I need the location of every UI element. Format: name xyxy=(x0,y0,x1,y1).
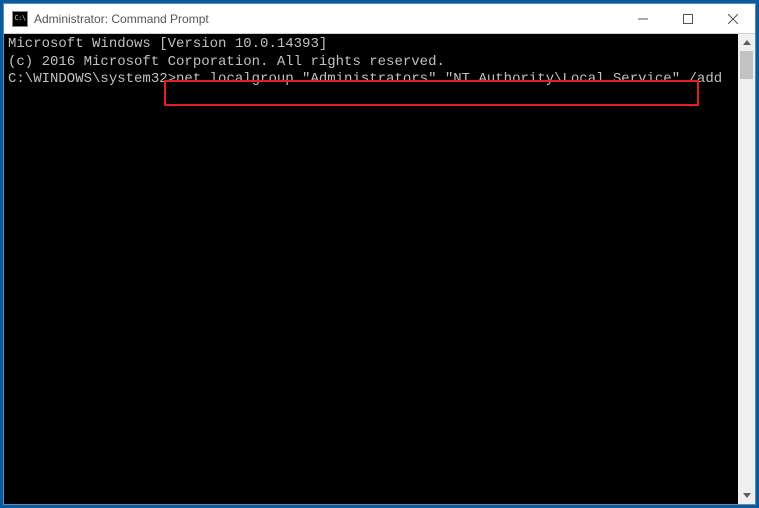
app-icon-glyph: C:\ xyxy=(14,15,25,22)
scroll-down-arrow-icon[interactable] xyxy=(738,487,755,504)
output-line: Microsoft Windows [Version 10.0.14393] xyxy=(8,36,734,54)
window-title: Administrator: Command Prompt xyxy=(34,12,620,26)
scroll-thumb[interactable] xyxy=(740,51,753,79)
window-controls xyxy=(620,4,755,33)
maximize-icon xyxy=(683,14,693,24)
titlebar[interactable]: C:\ Administrator: Command Prompt xyxy=(4,4,755,34)
scroll-up-arrow-icon[interactable] xyxy=(738,34,755,51)
command-text: net localgroup "Administrators" "NT Auth… xyxy=(176,71,722,87)
minimize-icon xyxy=(638,14,648,24)
output-line: (c) 2016 Microsoft Corporation. All righ… xyxy=(8,54,734,72)
prompt-line: C:\WINDOWS\system32>net localgroup "Admi… xyxy=(8,71,722,89)
maximize-button[interactable] xyxy=(665,4,710,33)
terminal-area: Microsoft Windows [Version 10.0.14393](c… xyxy=(4,34,755,504)
prompt-text: C:\WINDOWS\system32> xyxy=(8,71,176,87)
command-prompt-window: C:\ Administrator: Command Prompt Micros… xyxy=(3,3,756,505)
chevron-up-icon xyxy=(743,40,751,45)
terminal-output[interactable]: Microsoft Windows [Version 10.0.14393](c… xyxy=(4,34,738,504)
vertical-scrollbar[interactable] xyxy=(738,34,755,504)
minimize-button[interactable] xyxy=(620,4,665,33)
close-button[interactable] xyxy=(710,4,755,33)
scroll-track[interactable] xyxy=(738,51,755,487)
chevron-down-icon xyxy=(743,493,751,498)
close-icon xyxy=(728,14,738,24)
app-icon: C:\ xyxy=(12,11,28,27)
